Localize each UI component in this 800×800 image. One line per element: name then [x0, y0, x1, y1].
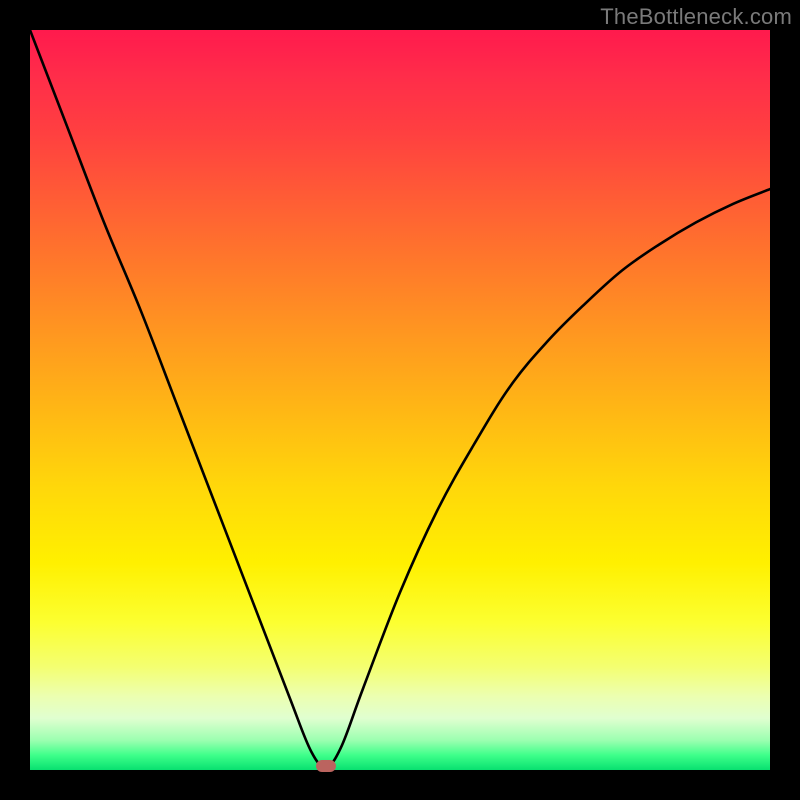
optimal-point-marker	[316, 760, 336, 772]
chart-frame: TheBottleneck.com	[0, 0, 800, 800]
bottleneck-curve	[30, 30, 770, 770]
plot-area	[30, 30, 770, 770]
watermark-text: TheBottleneck.com	[600, 4, 792, 30]
